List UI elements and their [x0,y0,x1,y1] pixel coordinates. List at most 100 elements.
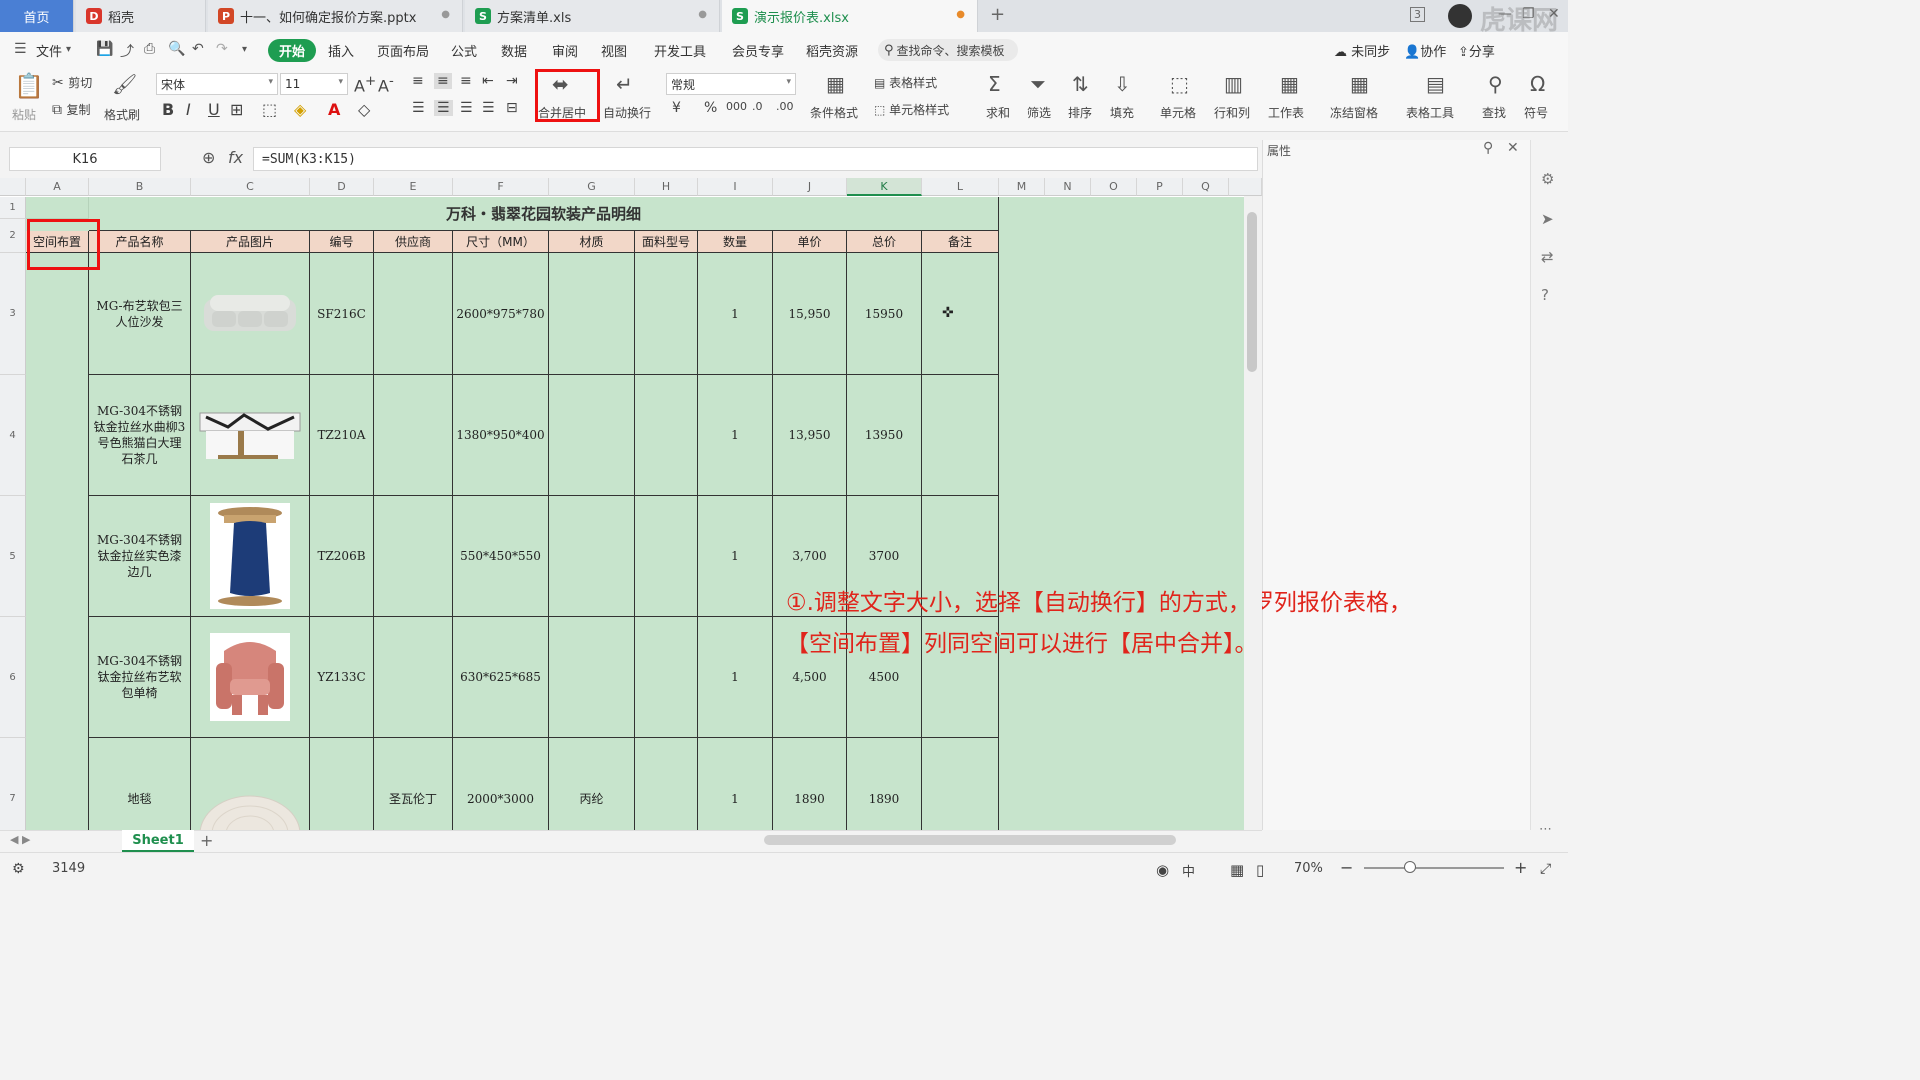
close-window-icon[interactable]: ✕ [1548,6,1560,22]
menu-review[interactable]: 审阅 [552,41,578,60]
table-row-cell-name[interactable]: MG-304不锈钢钛金拉丝水曲柳3号色熊猫白大理石茶几 [89,375,191,496]
cell-icon[interactable]: ⬚ [1170,72,1189,96]
font-increase-icon[interactable]: A+ [354,74,376,95]
wrap-text-icon[interactable]: ↵ [616,72,633,96]
export-icon[interactable]: ⤴ [120,41,134,61]
table-row-cell-material[interactable]: 丙纶 [549,738,635,830]
table-row-cell-total[interactable]: 15950 [847,253,922,375]
bold-icon[interactable]: B [162,100,174,119]
fill-color-icon[interactable]: ◈ [294,100,306,119]
worksheet-button[interactable]: 工作表 [1268,104,1304,121]
filter-button[interactable]: 筛选 [1027,104,1051,121]
row-header-7[interactable]: 7 [0,738,26,830]
column-header-o[interactable]: O [1091,178,1137,196]
align-bottom-icon[interactable]: ≡ [460,73,472,89]
menu-page-layout[interactable]: 页面布局 [377,41,429,60]
row-header-2[interactable]: 2 [0,219,26,253]
conditional-format-button[interactable]: 条件格式 [810,104,858,121]
sum-icon[interactable]: Σ [988,72,1001,96]
table-row-cell-qty[interactable]: 1 [698,617,773,738]
header-material[interactable]: 材质 [549,231,635,253]
column-header-i[interactable]: I [698,178,773,196]
sheet-tab-sheet1[interactable]: Sheet1 [122,830,194,852]
header-fabric-model[interactable]: 面料型号 [635,231,698,253]
new-tab-plus-icon[interactable]: + [990,4,1005,25]
border-icon[interactable]: ⊞ [230,100,243,119]
row-header-3[interactable]: 3 [0,253,26,375]
table-row-cell-name[interactable]: 地毯 [89,738,191,830]
print-icon[interactable]: ⎙ [144,41,155,57]
table-row-cell-material[interactable] [549,375,635,496]
symbol-icon[interactable]: Ω [1530,72,1545,96]
header-code[interactable]: 编号 [310,231,374,253]
table-row-cell-unit-price[interactable]: 1890 [773,738,847,830]
header-size[interactable]: 尺寸（MM） [453,231,549,253]
copy-button[interactable]: ⧉ 复制 [52,101,90,118]
sync-status[interactable]: ☁ 未同步 [1334,41,1390,60]
fx-icon[interactable]: fx [228,148,243,167]
sort-button[interactable]: 排序 [1068,104,1092,121]
properties-title[interactable]: 属性 [1267,142,1291,159]
menu-docer-resources[interactable]: 稻壳资源 [806,41,858,60]
format-painter-icon[interactable]: 🖌 [112,72,137,96]
decrease-decimal-icon[interactable]: .00 [776,100,794,113]
symbol-button[interactable]: 符号 [1524,104,1548,121]
font-size-select[interactable]: 11 ▾ [280,73,348,95]
cell-a1[interactable] [26,197,89,219]
table-row-cell-code[interactable] [310,738,374,830]
table-row-cell-material[interactable] [549,617,635,738]
align-right-icon[interactable]: ☰ [460,100,473,116]
table-row-cell-material[interactable] [549,496,635,617]
normal-view-icon[interactable]: ▦ [1230,861,1244,879]
table-row-cell-code[interactable]: TZ210A [310,375,374,496]
distributed-icon[interactable]: ⊟ [506,100,518,116]
cut-button[interactable]: ✂ 剪切 [52,74,92,91]
fill-button[interactable]: 填充 [1110,104,1134,121]
vertical-scroll-thumb[interactable] [1247,212,1257,372]
table-row-cell-remarks[interactable] [922,375,999,496]
table-row-cell-supplier[interactable] [374,253,453,375]
more-icon[interactable]: ⋯ [1539,822,1552,837]
select-all-corner[interactable] [0,178,26,196]
fullscreen-icon[interactable]: ⤢ [1540,861,1551,877]
select-cursor-icon[interactable]: ➤ [1541,210,1554,228]
input-language-indicator[interactable]: 中 [1182,861,1195,880]
hamburger-menu-icon[interactable]: ☰ [14,41,27,57]
menu-view[interactable]: 视图 [601,41,627,60]
cell-style-small-icon[interactable]: ⬚ [262,100,277,119]
cell-button[interactable]: 单元格 [1160,104,1196,121]
freeze-panes-button[interactable]: 冻结窗格 [1330,104,1378,121]
clear-format-icon[interactable]: ◇ [358,100,370,119]
table-row-cell-supplier[interactable] [374,375,453,496]
help-icon[interactable]: ? [1541,286,1549,304]
table-row-cell-name[interactable]: MG-304不锈钢钛金拉丝实色漆边几 [89,496,191,617]
table-row-cell-remarks[interactable]: ✜ [922,253,999,375]
italic-icon[interactable]: I [186,100,191,119]
find-button[interactable]: 查找 [1482,104,1506,121]
table-row-cell-image[interactable] [191,496,310,617]
table-tools-icon[interactable]: ▤ [1426,72,1445,96]
table-row-cell-supplier[interactable] [374,617,453,738]
table-row-cell-material[interactable] [549,253,635,375]
redo-icon[interactable]: ↷ [216,41,228,57]
column-header-k[interactable]: K [847,178,922,196]
row-col-button[interactable]: 行和列 [1214,104,1250,121]
number-format-select[interactable]: 常规 ▾ [666,73,796,95]
column-header-d[interactable]: D [310,178,374,196]
close-icon[interactable]: ● [698,9,707,20]
table-row-cell-image[interactable] [191,375,310,496]
column-header-l[interactable]: L [922,178,999,196]
column-header-b[interactable]: B [89,178,191,196]
table-row-cell-size[interactable]: 2600*975*780 [453,253,549,375]
command-search[interactable]: ⚲ 查找命令、搜索模板 [878,39,1018,61]
close-icon[interactable]: ✕ [1507,140,1519,156]
header-quantity[interactable]: 数量 [698,231,773,253]
table-row-cell-fabric[interactable] [635,253,698,375]
save-icon[interactable]: 💾 [96,41,113,57]
zoom-slider-handle[interactable] [1404,861,1416,873]
percent-icon[interactable]: % [704,100,717,116]
table-row-cell-code[interactable]: SF216C [310,253,374,375]
spreadsheet-grid[interactable]: A B C D E F G H I J K L M N O P Q 1 2 3 … [0,178,1262,830]
table-row-cell-remarks[interactable] [922,738,999,830]
table-row-cell-qty[interactable]: 1 [698,375,773,496]
